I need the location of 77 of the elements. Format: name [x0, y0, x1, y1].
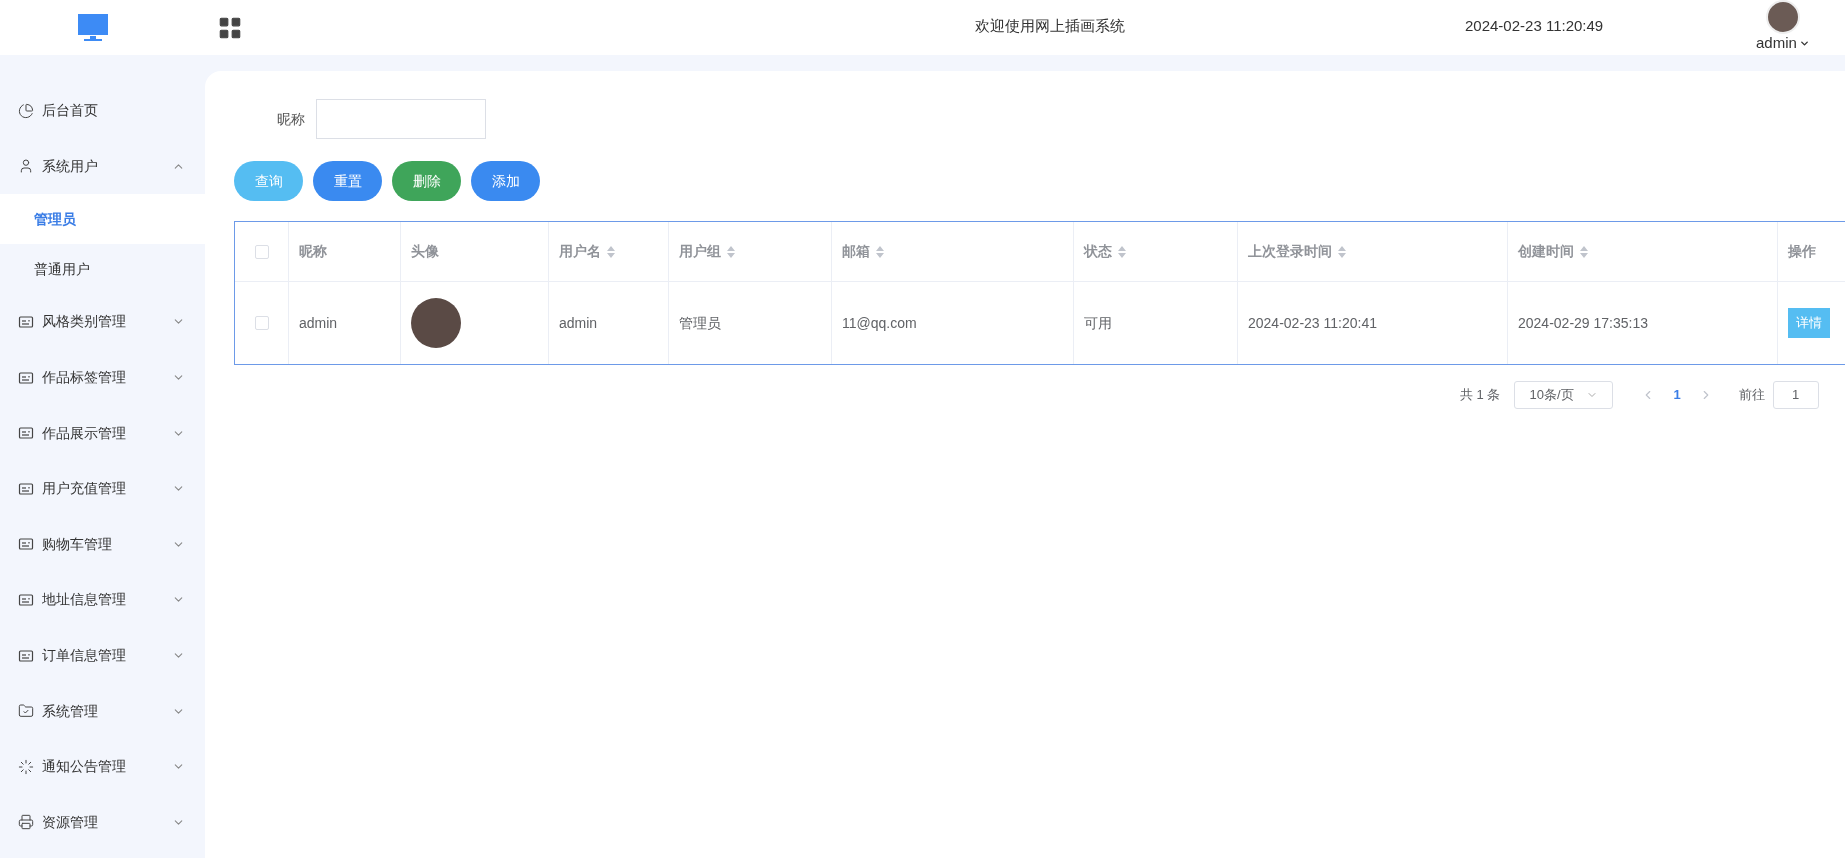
sidebar-label: 系统用户 [42, 156, 99, 176]
nickname-input[interactable] [316, 99, 486, 139]
goto-label: 前往 [1738, 386, 1765, 405]
sidebar-item[interactable]: 风格类别管理 [0, 294, 205, 350]
user-icon [18, 158, 34, 175]
sort-icon[interactable] [1338, 245, 1346, 258]
sort-icon[interactable] [607, 245, 615, 258]
submenu-item[interactable]: 普通用户 [0, 244, 205, 295]
sort-icon[interactable] [876, 245, 884, 258]
checkbox[interactable] [254, 244, 269, 259]
pie-chart-icon [18, 102, 34, 119]
table-cell-text: 11@qq.com [842, 313, 917, 333]
column-header: 用户组 [679, 242, 721, 261]
card-icon [18, 480, 34, 497]
sidebar-label: 作品标签管理 [42, 368, 127, 388]
sidebar-label: 后台首页 [42, 101, 99, 121]
table-cell-text: admin [559, 313, 598, 333]
card-icon [18, 591, 34, 608]
sidebar-item[interactable]: 后台首页 [0, 83, 205, 139]
sidebar-label: 用户充值管理 [42, 479, 127, 499]
sidebar-item[interactable]: 系统用户 [0, 138, 205, 195]
avatar-photo [411, 298, 461, 348]
table-cell-text: 2024-02-29 17:35:13 [1518, 313, 1648, 333]
sidebar-label: 系统管理 [42, 701, 99, 721]
action-button[interactable]: 添加 [471, 161, 540, 201]
folder-icon [18, 703, 34, 720]
sidebar-item[interactable]: 购物车管理 [0, 516, 205, 573]
total-count: 共 1 条 [1460, 386, 1501, 405]
table-cell-text: 可用 [1084, 313, 1112, 333]
sidebar-item[interactable]: 用户充值管理 [0, 460, 205, 517]
column-header: 操作 [1788, 242, 1816, 261]
card-icon [18, 314, 34, 330]
datetime: 2024-02-23 11:20:49 [1465, 16, 1604, 36]
sidebar-item[interactable]: 作品标签管理 [0, 349, 205, 406]
user-menu[interactable]: admin [1756, 34, 1810, 52]
card-icon [18, 647, 34, 664]
table-cell-text: 管理员 [679, 313, 721, 333]
sidebar-item[interactable]: 地址信息管理 [0, 572, 205, 628]
column-header: 昵称 [299, 242, 327, 261]
table-cell-text: 2024-02-23 11:20:41 [1248, 313, 1377, 333]
sort-icon[interactable] [727, 245, 735, 258]
table-cell-text: admin [299, 313, 338, 333]
sidebar-item[interactable]: 作品展示管理 [0, 405, 205, 461]
sidebar-label: 作品展示管理 [42, 423, 127, 443]
sidebar-label: 资源管理 [42, 812, 99, 832]
column-header: 头像 [411, 242, 439, 261]
card-icon [18, 369, 34, 386]
checkbox[interactable] [254, 316, 269, 330]
sidebar-label: 地址信息管理 [42, 590, 127, 610]
submenu-item[interactable]: 管理员 [0, 194, 205, 245]
column-header: 上次登录时间 [1248, 242, 1332, 261]
sidebar-item[interactable]: 通知公告管理 [0, 738, 205, 795]
sidebar-label: 通知公告管理 [42, 757, 127, 777]
action-button[interactable]: 重置 [313, 161, 382, 201]
goto-input[interactable]: 1 [1772, 381, 1819, 409]
column-header: 状态 [1084, 242, 1112, 261]
sort-icon[interactable] [1580, 245, 1588, 258]
monitor-icon [76, 11, 109, 44]
loader-icon [18, 758, 34, 775]
search-label: 昵称 [277, 109, 305, 129]
sidebar-label: 风格类别管理 [42, 312, 127, 332]
column-header: 用户名 [559, 242, 601, 261]
page-size-select[interactable]: 10条/页 [1514, 381, 1614, 409]
card-icon [18, 425, 34, 442]
sidebar-item[interactable]: 订单信息管理 [0, 627, 205, 684]
avatar[interactable] [1765, 0, 1800, 34]
sort-icon[interactable] [1118, 245, 1126, 258]
column-header: 邮箱 [842, 242, 870, 261]
sidebar-label: 购物车管理 [42, 534, 113, 554]
column-header: 创建时间 [1518, 242, 1574, 261]
page-number[interactable]: 1 [1673, 385, 1681, 405]
sidebar-item[interactable]: 系统管理 [0, 683, 205, 739]
printer-icon [18, 814, 34, 831]
sidebar-label: 订单信息管理 [42, 646, 127, 666]
sidebar-item[interactable]: 资源管理 [0, 794, 205, 851]
system-title: 欢迎使用网上插画系统 [975, 16, 1125, 36]
card-icon [18, 536, 34, 553]
